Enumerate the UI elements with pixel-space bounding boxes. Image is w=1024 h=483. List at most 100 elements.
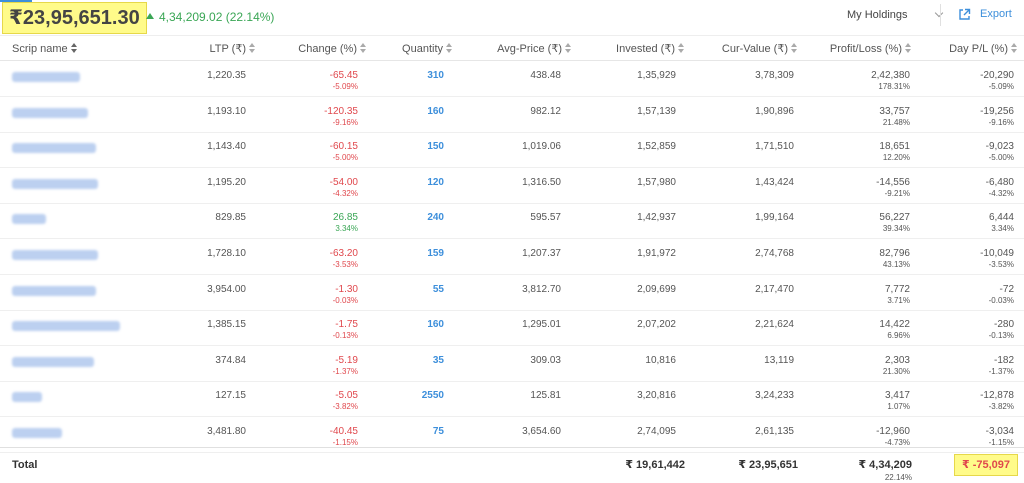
cell-invested: 1,57,139 (637, 105, 676, 117)
table-row[interactable]: 127.15 -5.05 -3.82% 2550 125.81 3,20,816 3,24,… (0, 381, 1024, 418)
cell-ltp: 1,195.20 (207, 176, 246, 188)
cell-ltp: 127.15 (215, 390, 246, 402)
cell-day-pl: -20,290 (980, 70, 1014, 81)
portfolio-gain: 4,34,209.02 (22.14%) (146, 10, 274, 24)
up-arrow-icon (146, 13, 154, 19)
sort-icon (791, 43, 798, 53)
cell-ltp: 1,385.15 (207, 319, 246, 331)
cell-quantity: 310 (427, 70, 444, 81)
column-header-scrip-label: Scrip name (12, 43, 68, 55)
cell-cur-value: 2,74,768 (755, 248, 794, 259)
cell-cur-value: 2,17,470 (755, 283, 794, 295)
cell-cur-value: 3,24,233 (755, 390, 794, 402)
cell-change: -63.20 (329, 248, 358, 259)
cell-profit-loss: 2,303 (884, 354, 910, 366)
export-button[interactable]: Export (958, 7, 1012, 21)
scrip-name-redacted[interactable] (12, 107, 88, 118)
cell-invested: 2,74,095 (637, 426, 676, 437)
cell-ltp: 1,220.35 (207, 70, 246, 81)
table-row[interactable]: 1,220.35 -65.45 -5.09% 310 438.48 1,35,929 3,7… (0, 61, 1024, 97)
cell-invested: 2,07,202 (637, 319, 676, 331)
cell-invested: 1,91,972 (637, 248, 676, 259)
scrip-name-redacted[interactable] (12, 285, 96, 296)
cell-day-pl-pct: -3.53% (988, 260, 1014, 269)
cell-change: -40.45 (329, 426, 358, 437)
cell-profit-loss-pct: 21.48% (882, 117, 910, 127)
cell-quantity: 2550 (421, 390, 444, 402)
column-header-avg-price[interactable]: Avg-Price (₹) (497, 36, 572, 62)
sort-icon (1011, 43, 1018, 53)
column-header-scrip[interactable]: Scrip name (12, 36, 78, 62)
cell-profit-loss-pct: 39.34% (882, 224, 910, 234)
cell-cur-value: 3,78,309 (755, 70, 794, 81)
column-header-ltp[interactable]: LTP (₹) (209, 36, 256, 62)
scrip-name-redacted[interactable] (12, 250, 98, 260)
column-header-day-pl[interactable]: Day P/L (%) (949, 36, 1018, 62)
scrip-name-redacted[interactable] (12, 178, 98, 189)
cell-day-pl: -182 (993, 354, 1014, 366)
cell-quantity: 55 (432, 283, 444, 295)
scrip-name-redacted[interactable] (12, 72, 80, 82)
cell-profit-loss: 14,422 (879, 319, 910, 331)
cell-cur-value: 1,71,510 (755, 141, 794, 153)
cell-day-pl: 6,444 (988, 212, 1014, 224)
table-row[interactable]: 1,193.10 -120.35 -9.16% 160 982.12 1,57,139 1,… (0, 97, 1024, 133)
scrip-name-redacted[interactable] (12, 428, 62, 438)
cell-day-pl: -6,480 (985, 176, 1014, 188)
column-header-ltp-label: LTP (₹) (209, 43, 246, 55)
total-day-pl: ₹ -75,097 (954, 454, 1018, 476)
portfolio-header: ₹23,95,651.30 4,34,209.02 (22.14%) My Ho… (0, 0, 1024, 35)
cell-invested: 3,20,816 (637, 390, 676, 402)
cell-profit-loss: 56,227 (879, 212, 910, 224)
sort-icon (360, 43, 367, 53)
cell-day-pl-pct: -1.37% (988, 366, 1014, 376)
cell-change: -54.00 (329, 176, 358, 188)
cell-change: -5.19 (335, 354, 358, 366)
cell-avg-price: 438.48 (530, 70, 561, 81)
cell-invested: 1,57,980 (637, 176, 676, 188)
cell-day-pl-pct: -9.16% (988, 117, 1014, 127)
export-label: Export (980, 8, 1012, 20)
scrip-name-redacted[interactable] (12, 392, 42, 403)
cell-change-pct: -5.00% (332, 153, 358, 163)
cell-change-pct: -4.32% (332, 188, 358, 198)
cell-invested: 1,35,929 (637, 70, 676, 81)
table-row[interactable]: 1,195.20 -54.00 -4.32% 120 1,316.50 1,57,980 1… (0, 168, 1024, 204)
cell-profit-loss-pct: 43.13% (882, 260, 910, 269)
cell-invested: 10,816 (645, 354, 676, 366)
table-row[interactable]: 1,143.40 -60.15 -5.00% 150 1,019.06 1,52,859 1… (0, 132, 1024, 169)
total-cur-value: ₹ 23,95,651 (738, 459, 798, 471)
cell-cur-value: 2,61,135 (755, 426, 794, 437)
column-header-invested[interactable]: Invested (₹) (616, 36, 685, 62)
cell-day-pl: -12,878 (980, 390, 1014, 402)
cell-change-pct: -1.37% (332, 366, 358, 376)
table-row[interactable]: 374.84 -5.19 -1.37% 35 309.03 10,816 13,119 2,3… (0, 346, 1024, 382)
column-header-change[interactable]: Change (%) (298, 36, 367, 62)
cell-quantity: 159 (427, 248, 444, 259)
cell-avg-price: 1,019.06 (522, 141, 561, 153)
column-header-cur-value[interactable]: Cur-Value (₹) (722, 36, 798, 62)
cell-day-pl-pct: -0.13% (988, 331, 1014, 341)
cell-day-pl: -10,049 (980, 248, 1014, 259)
cell-quantity: 75 (432, 426, 444, 437)
sort-icon (70, 43, 78, 53)
cell-change: -120.35 (324, 105, 358, 117)
scrip-name-redacted[interactable] (12, 321, 120, 332)
holdings-dropdown[interactable]: My Holdings (847, 8, 943, 22)
cell-avg-price: 125.81 (530, 390, 561, 402)
table-row[interactable]: 1,385.15 -1.75 -0.13% 160 1,295.01 2,07,202 2,… (0, 310, 1024, 347)
cell-change-pct: -3.53% (332, 260, 358, 269)
table-row[interactable]: 1,728.10 -63.20 -3.53% 159 1,207.37 1,91,972 2… (0, 239, 1024, 275)
cell-change-pct: -9.16% (332, 117, 358, 127)
column-header-profit-loss[interactable]: Profit/Loss (%) (830, 36, 912, 62)
cell-invested: 2,09,699 (637, 283, 676, 295)
scrip-name-redacted[interactable] (12, 356, 94, 367)
table-row[interactable]: 3,954.00 -1.30 -0.03% 55 3,812.70 2,09,699 2,1… (0, 275, 1024, 311)
scrip-name-redacted[interactable] (12, 214, 46, 225)
cell-change: 26.85 (332, 212, 358, 224)
scrip-name-redacted[interactable] (12, 143, 96, 154)
column-header-quantity[interactable]: Quantity (402, 36, 453, 62)
column-header-quantity-label: Quantity (402, 43, 443, 55)
table-row[interactable]: 829.85 26.85 3.34% 240 595.57 1,42,937 1,99,16… (0, 203, 1024, 240)
cell-day-pl: -72 (999, 283, 1014, 295)
